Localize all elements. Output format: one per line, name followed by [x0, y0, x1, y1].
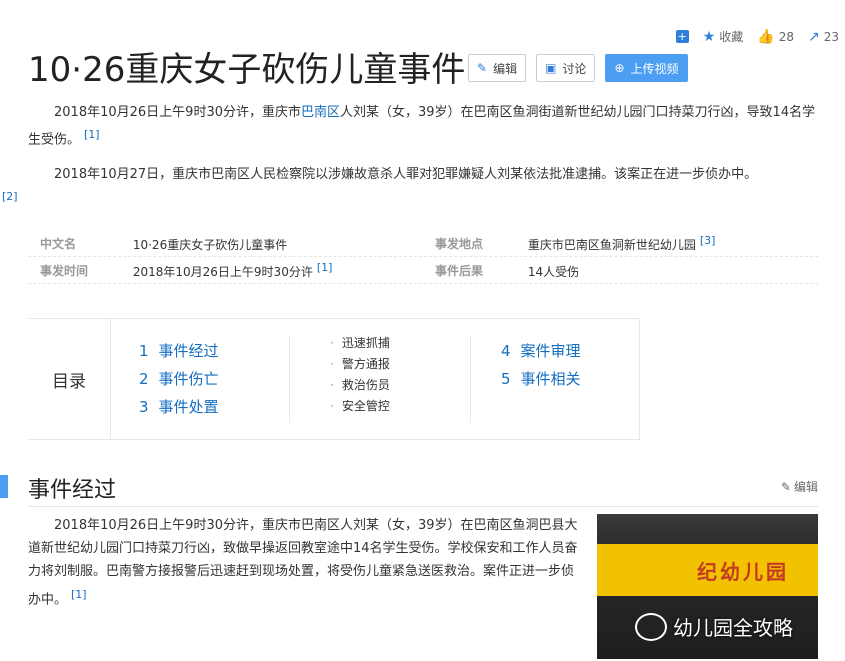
- discuss-label: 讨论: [562, 61, 587, 76]
- favorite-button[interactable]: ★ 收藏: [703, 28, 744, 45]
- thumbs-up-icon: 👍: [757, 28, 775, 45]
- chat-icon: ▣: [545, 61, 557, 75]
- toc-item[interactable]: 4 案件审理: [501, 337, 581, 365]
- toc-column: 1 事件经过 2 事件伤亡 3 事件处置: [111, 319, 289, 439]
- reference-link[interactable]: [1]: [84, 128, 100, 141]
- section-title: 事件经过: [28, 478, 117, 503]
- wechat-icon: [635, 612, 667, 641]
- toc-label: 目录: [28, 319, 111, 439]
- toc-subitems: · 迅速抓捕 · 警方通报 · 救治伤员 · 安全管控: [290, 319, 470, 439]
- pencil-icon: ✎: [477, 61, 488, 75]
- upload-video-button[interactable]: ⊕ 上传视频: [605, 54, 688, 82]
- edit-label: 编辑: [493, 61, 518, 76]
- toc-subitem[interactable]: · 救治伤员: [330, 375, 470, 396]
- table-of-contents: 目录 1 事件经过 2 事件伤亡 3 事件处置 · 迅速抓捕 · 警方通报 · 救治伤员 ·…: [28, 318, 640, 440]
- toc-subitem[interactable]: · 迅速抓捕: [330, 333, 470, 354]
- toc-column: 4 案件审理 5 事件相关: [471, 319, 581, 439]
- star-icon: ★: [702, 28, 716, 45]
- share-count: 23: [823, 29, 839, 44]
- basic-info-row: 事发时间 2018年10月26日上午9时30分许 [1] 事件后果 14人受伤: [28, 257, 818, 284]
- like-button[interactable]: 👍 28: [757, 29, 794, 45]
- toc-item[interactable]: 2 事件伤亡: [139, 365, 289, 393]
- reference-link[interactable]: [2]: [2, 190, 18, 203]
- basic-info-table: 中文名 10·26重庆女子砍伤儿童事件 事发地点 重庆市巴南区鱼洞新世纪幼儿园[…: [28, 230, 818, 284]
- toc-item[interactable]: 5 事件相关: [501, 365, 581, 393]
- edit-button[interactable]: ✎ 编辑: [468, 54, 527, 82]
- share-button[interactable]: ↗ 23: [808, 29, 839, 45]
- section-divider: [28, 506, 818, 507]
- title-buttons: ✎ 编辑 ▣ 讨论 ⊕ 上传视频: [468, 54, 688, 82]
- section-image[interactable]: 纪幼儿园 幼儿园全攻略: [597, 514, 818, 659]
- sign-text: 纪幼儿园: [697, 560, 789, 584]
- top-actions: + ★ 收藏 👍 28 ↗ 23: [675, 28, 839, 45]
- like-count: 28: [778, 29, 794, 44]
- reference-link[interactable]: [1]: [71, 588, 87, 601]
- share-icon: ↗: [807, 28, 820, 45]
- add-icon[interactable]: +: [675, 30, 689, 43]
- discuss-button[interactable]: ▣ 讨论: [536, 54, 596, 82]
- favorite-label: 收藏: [719, 30, 744, 44]
- section-edit-button[interactable]: ✎ 编辑: [781, 478, 818, 495]
- image-watermark: 幼儿园全攻略: [635, 612, 793, 641]
- page-title: 10·26重庆女子砍伤儿童事件: [28, 50, 466, 90]
- basic-info-row: 中文名 10·26重庆女子砍伤儿童事件 事发地点 重庆市巴南区鱼洞新世纪幼儿园[…: [28, 230, 818, 257]
- upload-video-label: 上传视频: [630, 61, 679, 76]
- section-marker: [0, 475, 8, 498]
- plus-circle-icon: ⊕: [614, 61, 625, 75]
- section-paragraph: 2018年10月26日上午9时30分许，重庆市巴南区人刘某（女，39岁）在巴南区…: [28, 518, 578, 608]
- pencil-icon: ✎: [780, 479, 791, 494]
- link-banan[interactable]: 巴南区: [301, 105, 340, 120]
- toc-subitem[interactable]: · 警方通报: [330, 354, 470, 375]
- toc-item[interactable]: 1 事件经过: [139, 337, 289, 365]
- summary-paragraph-2: 2018年10月27日，重庆市巴南区人民检察院以涉嫌故意杀人罪对犯罪嫌疑人刘某依…: [2, 167, 758, 203]
- toc-subitem[interactable]: · 安全管控: [330, 396, 470, 417]
- toc-item[interactable]: 3 事件处置: [139, 393, 289, 421]
- summary-paragraph-1: 2018年10月26日上午9时30分许，重庆市巴南区人刘某（女，39岁）在巴南区…: [28, 105, 816, 148]
